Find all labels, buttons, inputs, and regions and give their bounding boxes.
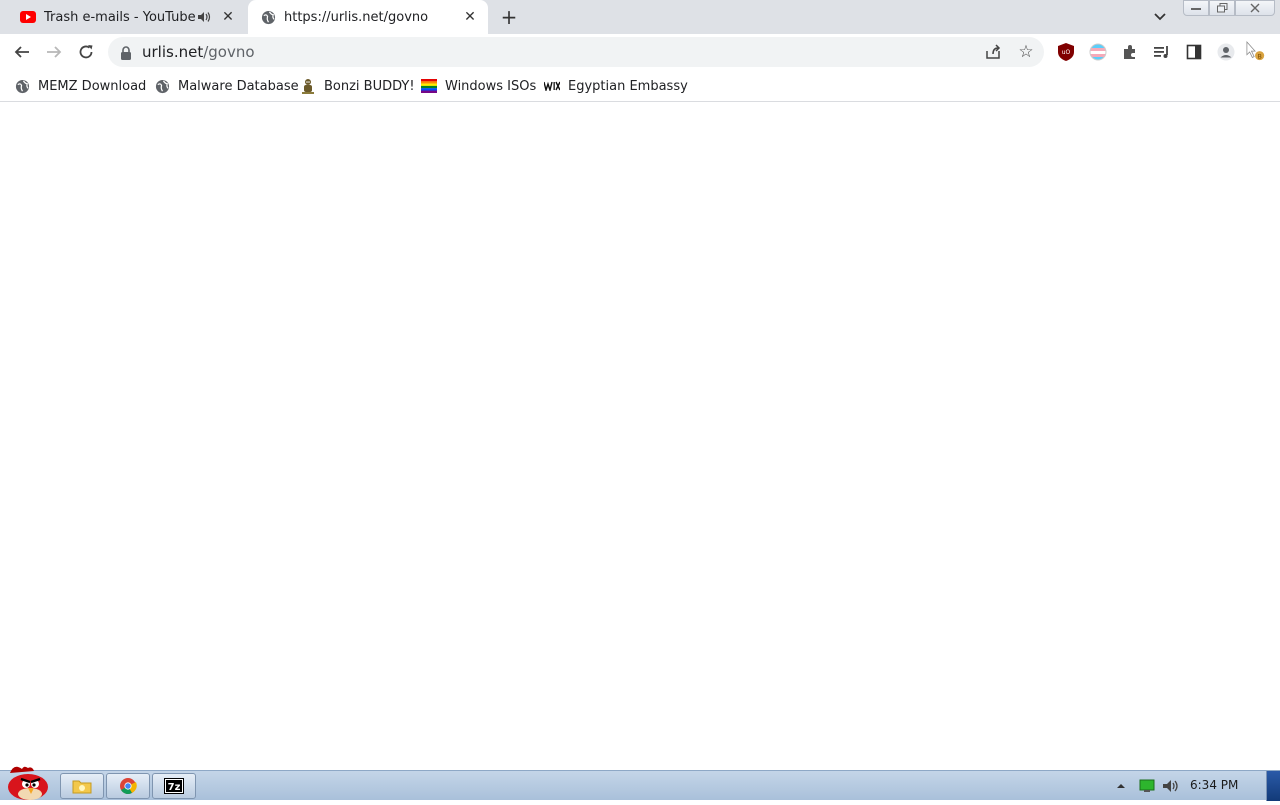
7zip-taskbar-button[interactable]: 7z (152, 773, 196, 799)
chrome-taskbar-button[interactable] (106, 773, 150, 799)
bookmark-label: Windows ISOs (445, 78, 537, 94)
ublock-origin-icon[interactable]: uO (1056, 42, 1076, 62)
svg-text:B: B (1257, 53, 1261, 60)
globe-icon (14, 78, 30, 94)
bookmark-memz-download[interactable]: MEMZ Download (14, 76, 146, 96)
wix-icon (544, 78, 560, 94)
bookmarks-bar: MEMZ Download Malware Database Bonzi BUD… (0, 70, 1280, 102)
volume-icon[interactable] (1162, 771, 1180, 801)
address-bar[interactable]: urlis.net/govno ☆ (108, 37, 1044, 67)
bookmark-star-icon[interactable]: ☆ (1016, 42, 1036, 62)
speaker-icon[interactable] (196, 9, 212, 25)
bookmark-egyptian-embassy[interactable]: Egyptian Embassy (544, 76, 688, 96)
rainbow-flag-icon (421, 78, 437, 94)
tab-title: https://urlis.net/govno (284, 9, 429, 25)
tab-title: Trash e-mails - YouTube (44, 9, 196, 25)
chrome-menu-icon[interactable]: B (1246, 41, 1266, 62)
toolbar: urlis.net/govno ☆ uO B (0, 34, 1280, 70)
url-text: urlis.net/govno (142, 43, 255, 61)
file-explorer-taskbar-button[interactable] (60, 773, 104, 799)
bookmark-windows-isos[interactable]: Windows ISOs (421, 76, 536, 96)
media-controls-icon[interactable] (1152, 42, 1172, 62)
youtube-icon (20, 9, 36, 25)
taskbar-clock[interactable]: 6:34 PM (1190, 778, 1238, 792)
svg-text:7z: 7z (168, 782, 181, 793)
url-host: urlis.net (142, 43, 204, 61)
show-hidden-icons-button[interactable] (1116, 771, 1126, 801)
globe-icon (260, 9, 276, 25)
globe-icon (154, 78, 170, 94)
new-tab-button[interactable]: + (498, 7, 520, 29)
page-content[interactable] (0, 103, 1280, 770)
bonzi-icon (300, 78, 316, 94)
bookmark-label: MEMZ Download (38, 78, 147, 94)
reload-button[interactable] (74, 40, 98, 64)
extensions-puzzle-icon[interactable] (1120, 42, 1140, 62)
tab-youtube[interactable]: Trash e-mails - YouTube ✕ (8, 0, 246, 34)
bookmark-label: Bonzi BUDDY! (324, 78, 415, 94)
tab-strip: Trash e-mails - YouTube ✕ https://urlis.… (0, 0, 1280, 34)
minimize-button[interactable] (1183, 0, 1209, 16)
bookmark-malware-database[interactable]: Malware Database (154, 76, 299, 96)
tab-close-icon[interactable]: ✕ (460, 7, 480, 27)
bookmark-label: Egyptian Embassy (568, 78, 688, 94)
network-icon[interactable] (1139, 771, 1155, 801)
share-icon[interactable] (984, 43, 1002, 61)
lock-icon[interactable] (120, 45, 132, 60)
trans-flag-extension-icon[interactable] (1088, 42, 1108, 62)
forward-button[interactable] (42, 40, 66, 64)
tab-close-icon[interactable]: ✕ (218, 7, 238, 27)
tab-search-icon[interactable] (1150, 8, 1170, 26)
show-desktop-button[interactable] (1266, 771, 1280, 801)
close-window-button[interactable] (1235, 0, 1275, 16)
profile-avatar-icon[interactable] (1216, 42, 1236, 62)
taskbar: 7z 6:34 PM (0, 766, 1280, 801)
browser-window: Trash e-mails - YouTube ✕ https://urlis.… (0, 0, 1280, 770)
bookmark-label: Malware Database (178, 78, 299, 94)
tab-urlis[interactable]: https://urlis.net/govno ✕ (248, 0, 488, 34)
bookmark-bonzi-buddy[interactable]: Bonzi BUDDY! (300, 76, 415, 96)
side-panel-icon[interactable] (1184, 42, 1204, 62)
restore-button[interactable] (1209, 0, 1235, 16)
svg-text:uO: uO (1062, 49, 1071, 56)
start-button-angry-bird-icon[interactable] (2, 763, 52, 801)
back-button[interactable] (10, 40, 34, 64)
url-path: /govno (203, 43, 255, 61)
